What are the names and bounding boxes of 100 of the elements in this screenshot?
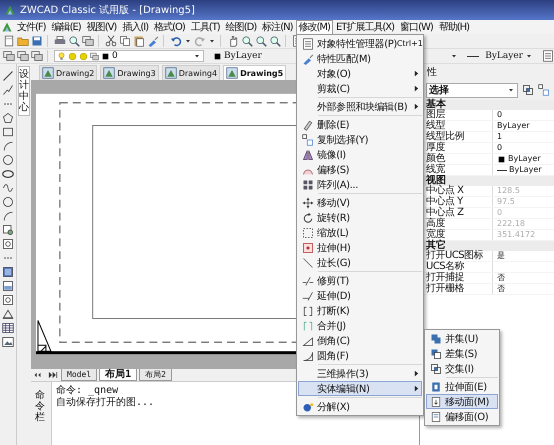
menu-item[interactable]: 修剪(T) [298, 273, 422, 288]
squares-icon[interactable] [538, 84, 550, 96]
region-icon[interactable] [2, 294, 14, 306]
menu-item[interactable]: 分解(X) [298, 399, 422, 414]
join-icon [302, 320, 314, 332]
color-dropdown[interactable]: ByLayer [210, 50, 290, 62]
menu-item[interactable]: 差集(S) [426, 346, 498, 361]
menu-item[interactable]: 编辑(E) [48, 20, 84, 34]
menu-item[interactable]: ET扩展工具(X) [332, 20, 398, 34]
menu-item[interactable]: 标注(N) [259, 20, 296, 34]
menu-item[interactable]: 对象特性管理器(P)Ctrl+1 [298, 36, 422, 51]
block-icon[interactable] [2, 224, 14, 236]
selection-dropdown[interactable]: 选择 [426, 82, 518, 98]
layout-tab[interactable]: 布局1 [99, 369, 138, 381]
app-logo-icon[interactable] [1, 21, 13, 33]
menu-item[interactable]: 实体编辑(N) [298, 381, 422, 396]
section-header[interactable]: 视图 [420, 176, 446, 186]
line-icon[interactable] [2, 70, 14, 82]
menu-item[interactable]: 倒角(C) [298, 333, 422, 348]
layout-tab[interactable]: Model [61, 369, 98, 381]
circle-icon[interactable] [2, 196, 14, 208]
hatch-icon[interactable] [2, 266, 14, 278]
menu-item[interactable]: 圆角(F) [298, 348, 422, 363]
drawing-tab[interactable]: Drawing3 [100, 65, 159, 80]
clipboard-icon[interactable] [133, 35, 145, 47]
menu-item[interactable]: 交集(I) [426, 361, 498, 376]
drawing-tab[interactable]: Drawing2 [39, 65, 98, 80]
menu-item[interactable]: 偏移面(O) [426, 409, 498, 424]
section-header[interactable]: 基本 [420, 100, 446, 110]
menu-item[interactable]: 剪裁(C) [298, 81, 422, 96]
list-icon[interactable] [542, 50, 554, 62]
layers-icon[interactable] [31, 50, 43, 62]
menu-item[interactable]: 特性匹配(M) [298, 51, 422, 66]
disc-icon [68, 52, 77, 60]
magnifier-icon[interactable] [255, 35, 267, 47]
section-header[interactable]: 其它 [420, 241, 446, 251]
rectangle-icon[interactable] [2, 126, 14, 138]
menu-item[interactable]: 延伸(D) [298, 288, 422, 303]
linetype-value: ByLayer [485, 51, 523, 61]
polyline-icon[interactable] [2, 84, 14, 96]
menu-item[interactable]: 旋转(R) [298, 210, 422, 225]
mirror-icon [302, 148, 314, 160]
pentagon-icon[interactable] [2, 112, 14, 124]
menu-item[interactable]: 并集(U) [426, 331, 498, 346]
magnifier-icon[interactable] [269, 35, 281, 47]
arc-icon[interactable] [2, 140, 14, 152]
region-icon[interactable] [2, 238, 14, 250]
menu-item[interactable]: 复制选择(Y) [298, 132, 422, 147]
arc-icon[interactable] [2, 210, 14, 222]
copy-icon[interactable] [119, 35, 131, 47]
brush-icon[interactable] [147, 35, 159, 47]
menu-item[interactable]: 外部参照和块编辑(B) [298, 99, 422, 114]
linetype-dropdown[interactable]: ByLayer [464, 50, 536, 62]
document-icon[interactable] [3, 35, 15, 47]
circle-icon[interactable] [2, 154, 14, 166]
drawing-tab[interactable]: Drawing5 [223, 65, 286, 80]
printer-icon[interactable] [54, 35, 66, 47]
menu-item[interactable]: 三维操作(3) [298, 366, 422, 381]
menu-item[interactable]: 阵列(A)... [298, 177, 422, 192]
menu-item[interactable]: 插入(I) [119, 20, 152, 34]
design-center-tab[interactable]: 设计中心 [18, 66, 30, 116]
menu-item[interactable]: 格式(O) [151, 20, 188, 34]
spline-icon[interactable] [2, 182, 14, 194]
menu-item[interactable]: 打断(K) [298, 303, 422, 318]
gradient-icon[interactable] [2, 280, 14, 292]
menu-item[interactable]: 移动(V) [298, 195, 422, 210]
menu-item[interactable]: 拉伸(H) [298, 240, 422, 255]
drawing-tab[interactable]: Drawing4 [162, 65, 220, 80]
triangle-icon[interactable] [2, 308, 14, 320]
scissors-icon[interactable] [105, 35, 117, 47]
menu-item[interactable]: 文件(F) [14, 20, 49, 34]
menu-item[interactable]: 修改(M) [296, 20, 333, 34]
menu-item[interactable]: 删除(E) [298, 117, 422, 132]
menu-item[interactable]: 帮助(H) [436, 20, 472, 34]
menu-item[interactable]: 镜像(I) [298, 147, 422, 162]
menu-item[interactable]: 窗口(W) [397, 20, 436, 34]
magnifier-icon[interactable] [241, 35, 253, 47]
menu-item[interactable]: 工具(T) [188, 20, 223, 34]
undo-icon[interactable] [170, 35, 182, 47]
menu-item[interactable]: 绘图(D) [222, 20, 260, 34]
menu-item[interactable]: 缩放(L) [298, 225, 422, 240]
layers-icon[interactable] [3, 50, 15, 62]
menu-item[interactable]: 视图(V) [84, 20, 120, 34]
menu-item[interactable]: 移动面(M) [426, 394, 498, 409]
menu-item[interactable]: 偏移(S) [298, 162, 422, 177]
menu-item[interactable]: 合并(J) [298, 318, 422, 333]
layer-dropdown[interactable]: 0 [54, 50, 204, 62]
menu-item[interactable]: 拉伸面(E) [426, 379, 498, 394]
intersect-icon[interactable] [522, 84, 534, 96]
layers-icon[interactable] [82, 35, 94, 47]
menu-item[interactable]: 对象(O) [298, 66, 422, 81]
menu-item[interactable]: 拉长(G) [298, 255, 422, 270]
bulb-icon [57, 52, 66, 60]
tab-nav-arrows-icon[interactable] [47, 369, 59, 381]
layers-icon[interactable] [17, 50, 29, 62]
image-icon[interactable] [2, 336, 14, 348]
magnifier-icon[interactable] [68, 35, 80, 47]
ellipse-icon[interactable] [2, 168, 14, 180]
layout-tab[interactable]: 布局2 [139, 369, 172, 381]
table-icon[interactable] [2, 322, 14, 334]
